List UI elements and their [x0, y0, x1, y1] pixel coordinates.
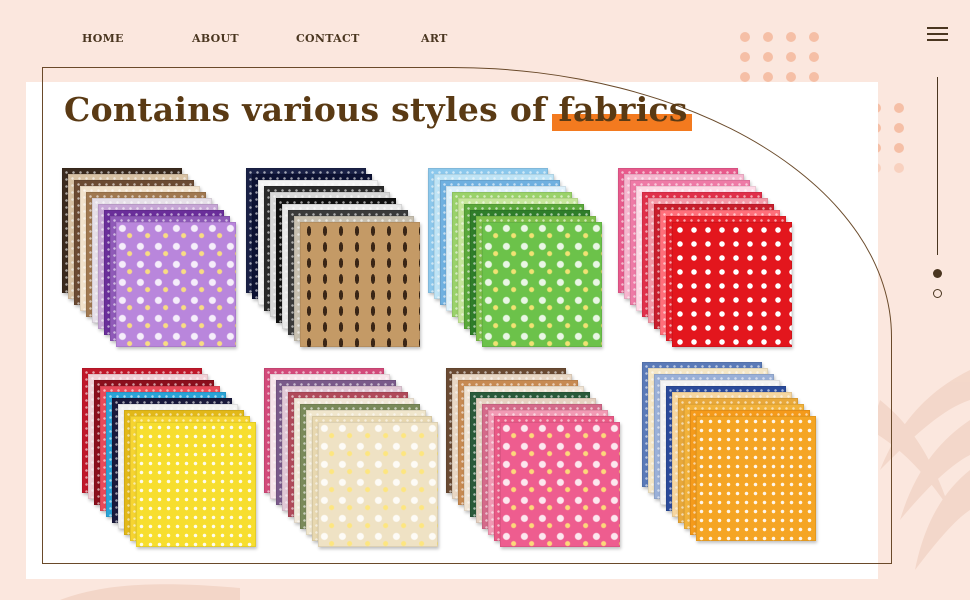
dot	[763, 32, 773, 42]
nav-contact[interactable]: CONTACT	[296, 32, 360, 45]
fabric-sheet-front	[116, 222, 236, 347]
dot	[809, 72, 819, 82]
fabric-sheet-front	[696, 416, 816, 541]
pager-dot-active[interactable]	[933, 269, 942, 278]
headline-highlight: fabrics	[552, 90, 693, 131]
dot	[894, 163, 904, 173]
dot	[740, 72, 750, 82]
fabric-sheet-front	[500, 422, 620, 547]
dot	[740, 32, 750, 42]
fabric-sheet-front	[300, 222, 420, 347]
dot	[740, 52, 750, 62]
fabric-sheet-front	[136, 422, 256, 547]
dot	[763, 72, 773, 82]
headline: Contains various styles of fabrics	[64, 90, 693, 131]
fabric-sheet-front	[482, 222, 602, 347]
dot	[809, 52, 819, 62]
dot	[763, 52, 773, 62]
hamburger-menu-icon[interactable]	[927, 27, 948, 41]
nav-art[interactable]: ART	[421, 32, 448, 45]
palm-leaf-decoration	[60, 584, 240, 600]
pager-line	[937, 77, 938, 255]
nav-home[interactable]: HOME	[82, 32, 124, 45]
fabric-sheet-front	[318, 422, 438, 547]
fabric-sheet-front	[672, 222, 792, 347]
dot	[809, 32, 819, 42]
dot	[786, 72, 796, 82]
headline-prefix: Contains various styles of	[64, 90, 547, 129]
dot	[786, 52, 796, 62]
nav-about[interactable]: ABOUT	[192, 32, 239, 45]
dot	[786, 32, 796, 42]
dot	[894, 143, 904, 153]
dot	[894, 123, 904, 133]
pager-dot[interactable]	[933, 289, 942, 298]
dot	[894, 103, 904, 113]
